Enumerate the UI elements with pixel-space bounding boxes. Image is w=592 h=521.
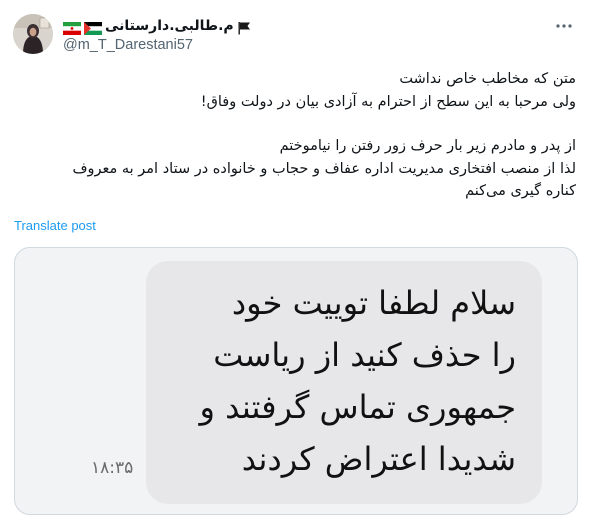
tweet-line: متن که مخاطب خاص نداشت bbox=[399, 71, 576, 87]
more-options-button[interactable] bbox=[552, 14, 576, 38]
tweet-line: لذا از منصب افتخاری مدیریت اداره عفاف و … bbox=[72, 160, 576, 177]
author-handle[interactable]: @m_T_Darestani57 bbox=[63, 37, 193, 53]
message-line: سلام لطفا توییت خود bbox=[231, 284, 516, 322]
tweet-header: م.طالبی.دارستانی @m_T_Darestani57 bbox=[0, 0, 592, 64]
black-flag-icon bbox=[237, 20, 255, 34]
tweet-line: کناره گیری می‌کنم bbox=[465, 183, 576, 199]
palestine-flag-icon bbox=[84, 20, 102, 35]
more-horizontal-icon bbox=[556, 24, 572, 28]
iran-flag-icon bbox=[63, 20, 81, 35]
tweet-text: متن که مخاطب خاص نداشت ولی مرحبا به این … bbox=[16, 68, 576, 203]
message-text: سلام لطفا توییت خود را حذف کنید از ریاست… bbox=[156, 277, 516, 485]
tweet-line: از پدر و مادرم زیر بار حرف زور رفتن را ن… bbox=[279, 138, 576, 154]
profile-photo-icon bbox=[13, 14, 53, 54]
avatar[interactable] bbox=[13, 14, 53, 54]
message-time: ۱۸:۳۵ bbox=[91, 458, 134, 478]
message-line: جمهوری تماس گرفتند و bbox=[199, 388, 516, 426]
tweet-line: ولی مرحبا به این سطح از احترام به آزادی … bbox=[200, 93, 576, 110]
tweet-line-break bbox=[16, 113, 576, 135]
attached-image[interactable]: سلام لطفا توییت خود را حذف کنید از ریاست… bbox=[14, 247, 578, 515]
message-line: را حذف کنید از ریاست bbox=[213, 336, 516, 374]
message-line: شدیدا اعتراض کردند bbox=[241, 440, 516, 478]
display-name[interactable]: م.طالبی.دارستانی bbox=[105, 18, 234, 34]
message-bubble: سلام لطفا توییت خود را حذف کنید از ریاست… bbox=[146, 261, 542, 504]
translate-post-link[interactable]: Translate post bbox=[14, 218, 96, 233]
author-name-row[interactable]: م.طالبی.دارستانی bbox=[63, 16, 255, 36]
